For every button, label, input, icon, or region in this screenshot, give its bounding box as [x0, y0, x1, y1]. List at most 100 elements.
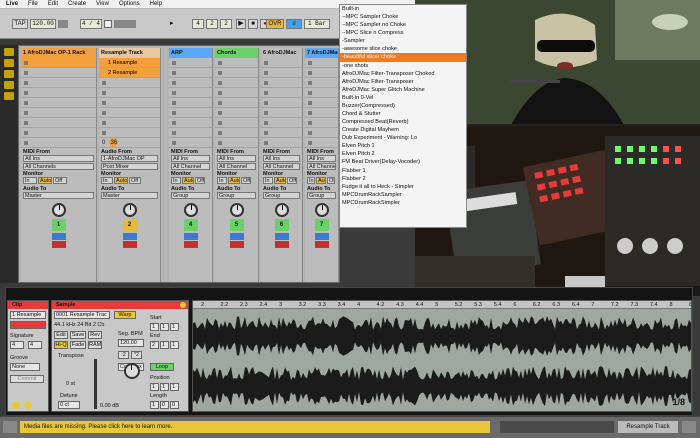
monitor-auto[interactable]: Auto [274, 177, 286, 184]
position-sixteenth[interactable]: 1 [170, 383, 179, 391]
track-title[interactable]: ARP [169, 48, 212, 58]
preset-dropdown-menu[interactable]: Built-in --MPC Sampler Choke --MPC Sampler… [339, 4, 467, 228]
menu-view[interactable]: View [96, 1, 109, 7]
preset-menu-item[interactable]: --MPC Slice n Compress [340, 29, 466, 37]
clip-slot[interactable] [305, 68, 338, 78]
start-bar[interactable]: 1 [150, 323, 159, 331]
commit-button[interactable]: Commit [10, 375, 44, 383]
clip-slot[interactable] [99, 78, 160, 88]
clip-slot[interactable] [21, 128, 96, 138]
clip-slot[interactable] [305, 108, 338, 118]
track-title[interactable]: Resample Track [99, 48, 160, 58]
monitor-in[interactable]: In [171, 177, 181, 184]
clip-slot[interactable] [99, 98, 160, 108]
stop-value[interactable]: 36 [109, 138, 119, 147]
clip-slot[interactable] [305, 88, 338, 98]
preset-menu-item[interactable]: Dub Experiment - Warning: Lo [340, 134, 466, 142]
clip-slot[interactable] [305, 118, 338, 128]
track-activator[interactable]: 1 [51, 219, 66, 231]
clip-slot[interactable] [99, 118, 160, 128]
quantize-menu[interactable] [114, 20, 136, 28]
solo-button[interactable] [274, 233, 289, 240]
clip-slot[interactable] [215, 98, 258, 108]
groove-select[interactable]: None [10, 363, 40, 371]
preset-menu-item[interactable]: --MPC Sampler Choke [340, 13, 466, 21]
midi-from-select[interactable]: All Ins [263, 155, 300, 162]
preset-menu-item[interactable]: -Sampler [340, 37, 466, 45]
monitor-off[interactable]: Off [195, 177, 205, 184]
preset-menu-item[interactable]: Flabber 1 [340, 167, 466, 175]
selected-track-label[interactable]: Resample Track [618, 421, 678, 433]
track-activator[interactable]: 5 [229, 219, 244, 231]
save-button[interactable]: Save [70, 331, 86, 339]
track-activator[interactable]: 6 [274, 219, 289, 231]
arm-button[interactable] [122, 241, 137, 248]
pan-knob[interactable] [183, 203, 198, 217]
clip-slot[interactable] [169, 98, 212, 108]
clip-slot[interactable] [261, 98, 302, 108]
position-beat[interactable]: 2 [206, 19, 218, 29]
detune-field[interactable]: 0 ct [58, 401, 80, 409]
loop-button[interactable]: Loop [150, 363, 174, 371]
follow-icon[interactable]: ▸ [170, 20, 178, 28]
preset-menu-item[interactable]: AfroDJMac Super Glitch Machine [340, 86, 466, 94]
clip-slot[interactable] [215, 68, 258, 78]
monitor-in[interactable]: In [101, 177, 113, 184]
loop-length-field[interactable]: 1 Bar [304, 19, 330, 29]
folder-icon[interactable] [4, 92, 14, 100]
pan-knob[interactable] [229, 203, 244, 217]
clip-name-field[interactable]: 1 Resample [10, 311, 46, 319]
audio-to-select[interactable]: Group [171, 192, 210, 199]
clip-color-field[interactable] [10, 321, 46, 329]
clip-slot[interactable] [215, 128, 258, 138]
midi-from-select[interactable]: All Ins [171, 155, 210, 162]
preset-menu-item[interactable]: AfroDJMac Filter-Transposer [340, 78, 466, 86]
device-browser-icon[interactable] [4, 59, 14, 67]
clip-slot[interactable] [261, 128, 302, 138]
clip[interactable]: 1 Resample [99, 58, 160, 68]
monitor-in[interactable]: In [307, 177, 315, 184]
preset-menu-item[interactable]: Compressed Beat(Reverb) [340, 118, 466, 126]
audio-to-select[interactable]: Master [23, 192, 94, 199]
clip-slot[interactable] [169, 118, 212, 128]
beat-ruler[interactable]: 2 2.2 2.3 2.4 3 3.2 3.3 3.4 4 4.2 4.3 4.4 5 5.2 5.3 5.4… [193, 301, 691, 309]
monitor-auto[interactable]: Auto [228, 177, 240, 184]
clip-slot[interactable] [305, 78, 338, 88]
automation-icon[interactable]: ≡ [286, 19, 302, 29]
start-beat[interactable]: 1 [160, 323, 169, 331]
clip-slot[interactable] [261, 108, 302, 118]
monitor-auto[interactable]: Auto [316, 177, 326, 184]
preset-menu-item[interactable]: MPCDrumRackSimpler [340, 199, 466, 207]
end-bar[interactable]: 2 [150, 341, 159, 349]
pan-knob[interactable] [274, 203, 289, 217]
midi-from-select[interactable]: All Ins [217, 155, 256, 162]
track-title[interactable]: 7 AfroDJMac [305, 48, 338, 58]
preset-menu-item[interactable]: Elven Pitch 1 [340, 142, 466, 150]
reverse-button[interactable]: Rev [88, 331, 102, 339]
start-sixteenth[interactable]: 1 [170, 323, 179, 331]
clip-slot[interactable] [21, 98, 96, 108]
audio-to-select[interactable]: Group [217, 192, 256, 199]
preset-menu-item[interactable]: Create Digital Mayhem [340, 126, 466, 134]
preset-menu-item[interactable]: Built-in [340, 5, 466, 13]
end-sixteenth[interactable]: 1 [170, 341, 179, 349]
position-beat[interactable]: 1 [160, 383, 169, 391]
solo-button[interactable] [51, 233, 66, 240]
clip-slot[interactable] [215, 138, 258, 148]
app-menu[interactable]: Live [6, 1, 18, 7]
gain-slider[interactable] [94, 359, 97, 409]
signature-numerator[interactable]: 4 [10, 341, 24, 349]
audio-from-select[interactable]: 1-AfroDJMac OP [101, 155, 158, 162]
monitor-off[interactable]: Off [129, 177, 141, 184]
stop-button[interactable]: ■ [248, 19, 258, 29]
channel-select[interactable]: All Channel [171, 163, 210, 170]
track-title[interactable]: Chords [215, 48, 258, 58]
clip-slot[interactable] [169, 78, 212, 88]
track-activator[interactable]: 2 [122, 219, 137, 231]
clip-slot[interactable] [215, 88, 258, 98]
preset-menu-item[interactable]: -beautiful slicer choke [340, 53, 466, 62]
tempo-field[interactable]: 120.00 [30, 19, 56, 29]
clip-slot[interactable] [21, 88, 96, 98]
preset-menu-item[interactable]: MPCDrumRackSampler [340, 191, 466, 199]
preset-menu-item[interactable]: --MPC Sampler no Choke [340, 21, 466, 29]
